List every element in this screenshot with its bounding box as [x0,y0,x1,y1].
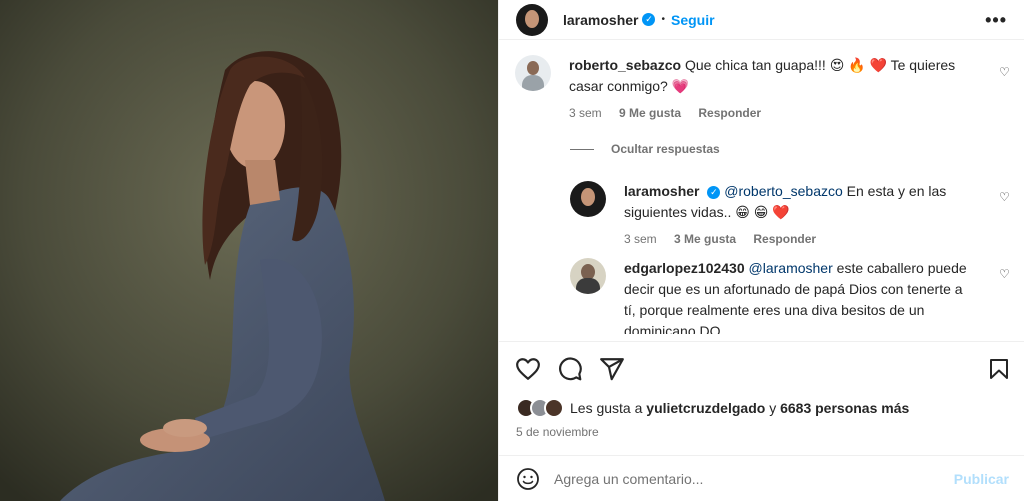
portrait-illustration [0,0,498,501]
author-username[interactable]: laramosher [563,12,638,28]
reply-button[interactable]: Responder [753,232,816,246]
author-avatar[interactable] [516,3,548,36]
comment-item: edgarlopez102430 @laramosher este caball… [570,258,990,334]
reply-item: laramosher ✓ @roberto_sebazco En esta y … [570,181,990,246]
comment-username[interactable]: edgarlopez102430 [624,260,745,276]
reply-button[interactable]: Responder [698,106,761,120]
post-header: laramosher ✓ • Seguir ••• [499,0,1024,40]
comment-icon[interactable] [557,356,583,382]
likes-text: Les gusta a yulietcruzdelgado y 6683 per… [570,400,910,416]
post-photo[interactable] [0,0,498,501]
commenter-avatar[interactable] [515,55,551,91]
separator-dot: • [661,14,665,25]
reply-meta: 3 sem 3 Me gusta Responder [624,232,974,246]
post-modal: laramosher ✓ • Seguir ••• roberto_sebazc… [0,0,1024,501]
likes-count[interactable]: 6683 personas más [780,400,909,416]
verified-icon: ✓ [707,185,721,199]
heart-icon[interactable] [515,356,541,382]
comment-like-heart-icon[interactable]: ♡ [999,267,1010,281]
verified-icon: ✓ [642,13,656,26]
reply-text: laramosher ✓ @roberto_sebazco En esta y … [624,183,947,220]
reply-time[interactable]: 3 sem [624,232,657,246]
comment-like-heart-icon[interactable]: ♡ [999,65,1010,79]
reply-like-heart-icon[interactable]: ♡ [999,190,1010,204]
comment-input[interactable] [554,471,934,487]
post-date[interactable]: 5 de noviembre [516,425,599,439]
comment-username[interactable]: roberto_sebazco [569,57,681,73]
reply-mention[interactable]: @roberto_sebazco [724,183,843,199]
comment-likes[interactable]: 9 Me gusta [619,106,681,120]
comment-time[interactable]: 3 sem [569,106,602,120]
post-actions: Les gusta a yulietcruzdelgado y 6683 per… [499,341,1024,501]
follow-button[interactable]: Seguir [671,12,715,28]
reply-username[interactable]: laramosher [624,183,699,199]
add-comment-bar: Publicar [499,455,1024,501]
liker-username[interactable]: yulietcruzdelgado [646,400,765,416]
liker-avatar [544,398,564,418]
commenter-avatar[interactable] [570,258,606,294]
comment-text: roberto_sebazco Que chica tan guapa!!! 😍… [569,57,956,94]
comment-item: roberto_sebazco Que chica tan guapa!!! 😍… [515,55,985,120]
post-side-panel: laramosher ✓ • Seguir ••• roberto_sebazc… [498,0,1024,501]
comment-text: edgarlopez102430 @laramosher este caball… [624,260,967,334]
bookmark-icon[interactable] [987,356,1011,382]
emoji-icon[interactable] [516,467,540,491]
reply-likes[interactable]: 3 Me gusta [674,232,736,246]
hide-replies-toggle[interactable]: Ocultar respuestas [570,142,720,156]
reply-author-avatar[interactable] [570,181,606,217]
comment-mention[interactable]: @laramosher [749,260,833,276]
comment-meta: 3 sem 9 Me gusta Responder [569,106,969,120]
share-icon[interactable] [599,356,625,382]
post-comment-button[interactable]: Publicar [954,471,1009,487]
likes-summary[interactable]: Les gusta a yulietcruzdelgado y 6683 per… [516,398,909,418]
more-options-icon[interactable]: ••• [985,10,1007,31]
